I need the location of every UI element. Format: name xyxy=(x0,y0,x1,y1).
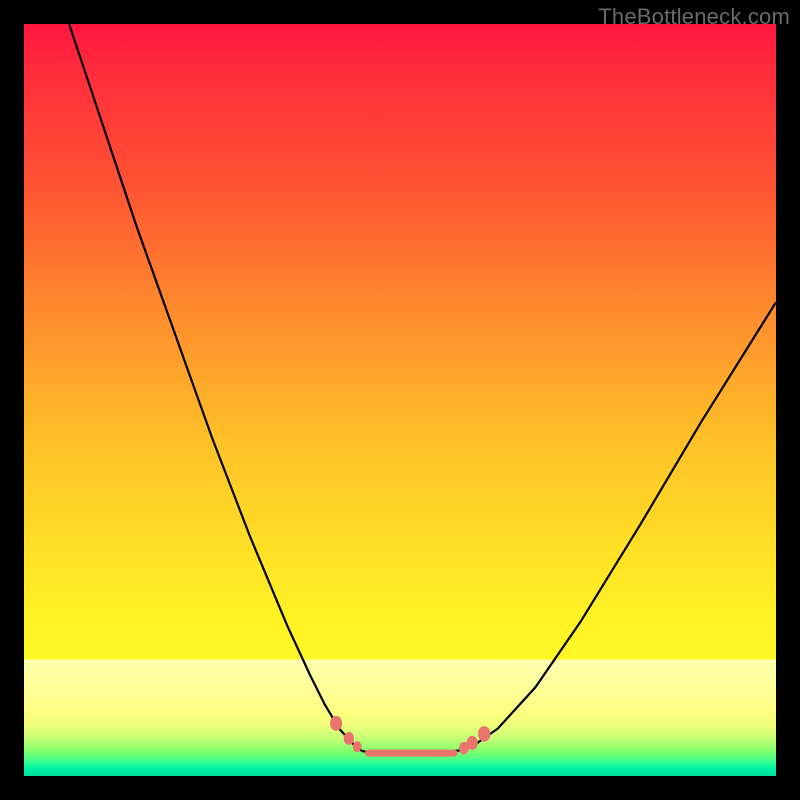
right-branch-line xyxy=(460,302,776,750)
curve-layer xyxy=(24,24,776,776)
left-branch-line xyxy=(69,24,362,751)
valley-markers xyxy=(330,716,490,755)
valley-marker-dot xyxy=(478,726,490,742)
valley-marker-dot xyxy=(344,732,354,745)
valley-marker-dot xyxy=(353,741,362,752)
chart-frame: TheBottleneck.com xyxy=(0,0,800,800)
valley-marker-dot xyxy=(330,716,342,731)
valley-marker-dot xyxy=(467,736,478,750)
watermark-text: TheBottleneck.com xyxy=(598,4,790,30)
plot-area xyxy=(24,24,776,776)
